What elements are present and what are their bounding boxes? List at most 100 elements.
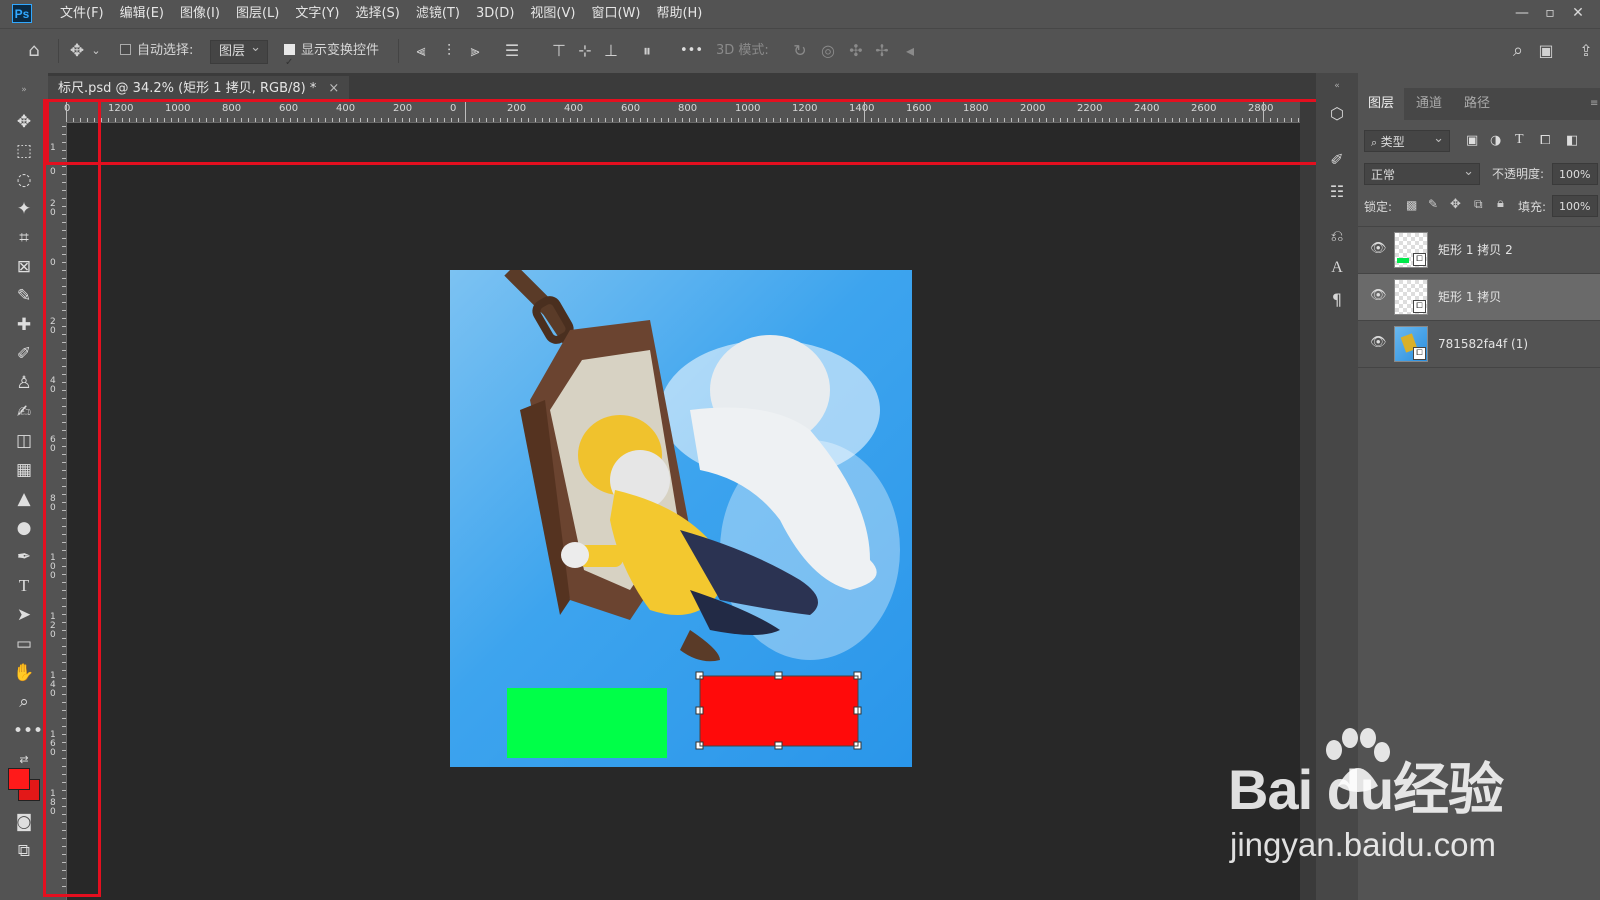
workspace-icon[interactable]: ▣ [1536, 29, 1556, 73]
lasso-tool-icon[interactable]: ◌ [13, 169, 35, 191]
character-icon[interactable]: A [1326, 257, 1348, 279]
history-icon[interactable]: ⎌ [1326, 225, 1348, 247]
filter-adjustment-icon[interactable]: ◑ [1490, 133, 1508, 148]
filter-type-icon[interactable]: T [1515, 132, 1533, 148]
pen-tool-icon[interactable]: ✒ [13, 546, 35, 568]
move-tool-preset-icon[interactable]: ✥ [66, 29, 88, 73]
lock-all-icon[interactable]: 🔒︎ [1497, 196, 1504, 211]
frame-tool-icon[interactable]: ⊠ [13, 256, 35, 278]
minimize-icon[interactable]: — [1508, 0, 1536, 28]
menu-view[interactable]: 视图(V) [522, 0, 583, 28]
maximize-icon[interactable]: ▫ [1536, 0, 1564, 28]
adjustments-icon[interactable]: ☷ [1326, 181, 1348, 203]
magic-wand-tool-icon[interactable]: ✦ [13, 198, 35, 220]
3d-roll-icon[interactable]: ◎ [818, 29, 838, 73]
layer-row[interactable]: 👁︎ ⧠ 矩形 1 拷贝 2 [1358, 226, 1600, 273]
auto-select-checkbox[interactable] [120, 44, 131, 55]
brush-tool-icon[interactable]: ✐ [13, 343, 35, 365]
close-tab-icon[interactable]: × [328, 81, 339, 96]
crop-tool-icon[interactable]: ⌗ [13, 227, 35, 249]
type-tool-icon[interactable]: T [13, 575, 35, 597]
search-icon[interactable]: ⌕ [1508, 29, 1528, 73]
tab-layers[interactable]: 图层 [1358, 88, 1405, 120]
menu-file[interactable]: 文件(F) [52, 0, 112, 28]
stamp-tool-icon[interactable]: ♙ [13, 372, 35, 394]
opacity-input[interactable]: 100% [1552, 163, 1598, 185]
quick-mask-icon[interactable]: ◙ [13, 811, 35, 833]
foreground-color-swatch[interactable] [8, 768, 30, 790]
menu-filter[interactable]: 滤镜(T) [408, 0, 468, 28]
paragraph-icon[interactable]: ¶ [1326, 289, 1348, 311]
hand-tool-icon[interactable]: ✋ [13, 662, 35, 684]
chevron-down-icon[interactable]: ⌄ [90, 29, 102, 73]
history-brush-tool-icon[interactable]: ✍ [13, 401, 35, 423]
menu-help[interactable]: 帮助(H) [648, 0, 710, 28]
marquee-tool-icon[interactable]: ⬚ [13, 140, 35, 162]
3d-pan-icon[interactable]: ✣ [846, 29, 866, 73]
layer-row-selected[interactable]: 👁︎ ⧠ 矩形 1 拷贝 [1358, 273, 1600, 320]
visibility-eye-icon[interactable]: 👁︎ [1370, 241, 1387, 257]
align-middle-icon[interactable]: ⊹ [576, 29, 594, 73]
menu-window[interactable]: 窗口(W) [583, 0, 648, 28]
panel-menu-icon[interactable]: ≡ [1580, 88, 1600, 120]
3d-camera-icon[interactable]: ◂ [900, 29, 920, 73]
lock-pixels-icon[interactable]: ✎ [1428, 197, 1438, 211]
filter-shape-icon[interactable]: ⧠ [1540, 133, 1558, 148]
home-icon[interactable]: ⌂ [22, 29, 46, 73]
more-options-button[interactable]: ••• [680, 29, 703, 73]
visibility-eye-icon[interactable]: 👁︎ [1370, 288, 1387, 304]
distribute-vertical-icon[interactable]: ⏸ [638, 29, 656, 73]
tab-channels[interactable]: 通道 [1406, 88, 1452, 120]
document-image[interactable] [450, 270, 912, 767]
show-transform-option[interactable]: 显示变换控件 [284, 29, 379, 85]
menu-image[interactable]: 图像(I) [172, 0, 228, 28]
layer-filter-dropdown[interactable]: ⌕ 类型 ⌄ [1364, 130, 1450, 152]
align-bottom-icon[interactable]: ⊥ [602, 29, 620, 73]
share-icon[interactable]: ⇪ [1576, 29, 1596, 73]
fill-input[interactable]: 100% [1552, 195, 1598, 217]
eyedropper-tool-icon[interactable]: ✎ [13, 285, 35, 307]
blur-tool-icon[interactable]: ▲ [13, 488, 35, 510]
collapse-icon[interactable]: « [1326, 75, 1348, 97]
move-tool-icon[interactable]: ✥ [13, 111, 35, 133]
3d-panel-icon[interactable]: ⬡ [1326, 103, 1348, 125]
layer-row[interactable]: 👁︎ ⧠ 781582fa4f (1) [1358, 320, 1600, 368]
tab-paths[interactable]: 路径 [1454, 88, 1500, 120]
lock-artboard-icon[interactable]: ⧉ [1474, 197, 1483, 212]
blend-mode-dropdown[interactable]: 正常 ⌄ [1364, 163, 1480, 185]
visibility-eye-icon[interactable]: 👁︎ [1370, 335, 1387, 351]
dodge-tool-icon[interactable]: ● [13, 517, 35, 539]
path-selection-tool-icon[interactable]: ➤ [13, 604, 35, 626]
align-right-icon[interactable]: ⫸ [466, 29, 484, 73]
align-top-icon[interactable]: ⊤ [550, 29, 568, 73]
zoom-tool-icon[interactable]: ⌕ [13, 691, 35, 713]
auto-select-target-dropdown[interactable]: 图层 [210, 37, 269, 64]
align-left-icon[interactable]: ⫷ [412, 29, 430, 73]
lock-transparent-icon[interactable]: ▩ [1406, 198, 1417, 212]
menu-3d[interactable]: 3D(D) [468, 0, 522, 28]
menu-layer[interactable]: 图层(L) [228, 0, 287, 28]
filter-smart-object-icon[interactable]: ◧ [1566, 133, 1584, 148]
distribute-icon[interactable]: ☰ [502, 29, 522, 73]
red-rectangle[interactable] [700, 676, 858, 746]
3d-slide-icon[interactable]: ✢ [872, 29, 892, 73]
lock-position-icon[interactable]: ✥ [1450, 197, 1461, 212]
green-rectangle[interactable] [507, 688, 667, 758]
filter-pixel-icon[interactable]: ▣ [1466, 133, 1484, 148]
3d-orbit-icon[interactable]: ↻ [790, 29, 810, 73]
align-center-icon[interactable]: ⫶ [440, 29, 458, 73]
close-window-icon[interactable]: ✕ [1564, 0, 1592, 28]
brush-settings-icon[interactable]: ✐ [1326, 149, 1348, 171]
auto-select-option[interactable]: 自动选择: [120, 29, 193, 73]
rectangle-tool-icon[interactable]: ▭ [13, 633, 35, 655]
more-tools-icon[interactable]: ••• [13, 720, 43, 742]
screen-mode-icon[interactable]: ⧉ [13, 840, 35, 862]
menu-type[interactable]: 文字(Y) [287, 0, 347, 28]
menu-select[interactable]: 选择(S) [347, 0, 407, 28]
show-transform-checkbox[interactable] [284, 41, 295, 85]
collapse-icon[interactable]: » [13, 79, 35, 101]
gradient-tool-icon[interactable]: ▦ [13, 459, 35, 481]
menu-edit[interactable]: 编辑(E) [112, 0, 172, 28]
eraser-tool-icon[interactable]: ◫ [13, 430, 35, 452]
healing-brush-tool-icon[interactable]: ✚ [13, 314, 35, 336]
